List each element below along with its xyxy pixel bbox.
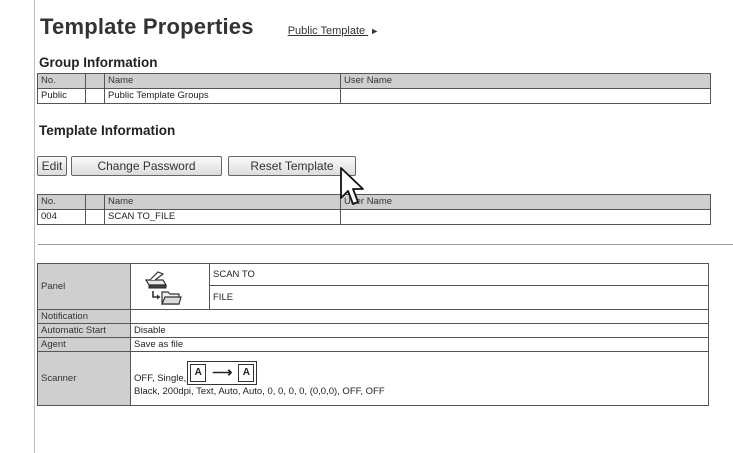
change-password-button[interactable]: Change Password bbox=[71, 156, 222, 176]
col-no-header: No. bbox=[37, 194, 86, 210]
panel-icon-cell bbox=[130, 263, 210, 310]
scanner-settings-prefix: OFF, Single, bbox=[134, 372, 187, 384]
section-divider bbox=[38, 244, 733, 245]
table-header-row: No. Name User Name bbox=[37, 73, 711, 89]
public-template-link[interactable]: Public Template ► bbox=[288, 25, 379, 37]
page-title: Template Properties bbox=[40, 14, 254, 39]
col-user-name-header: User Name bbox=[340, 194, 711, 210]
arrow-right-icon: ⟶ bbox=[212, 364, 233, 380]
col-blank-header bbox=[85, 73, 105, 89]
panel-line2: FILE bbox=[209, 285, 709, 310]
automatic-start-value: Disable bbox=[130, 323, 709, 338]
cell-name: SCAN TO_FILE bbox=[104, 209, 341, 225]
duplex-diagram-icon: A ⟶ A bbox=[187, 360, 258, 385]
cell-user-name bbox=[340, 209, 711, 225]
page-header: Template Properties Public Template ► bbox=[40, 14, 379, 40]
template-information-table: No. Name User Name 004 SCAN TO_FILE bbox=[37, 194, 711, 225]
scan-to-file-icon bbox=[141, 268, 182, 306]
scanner-row: Scanner OFF, Single, A ⟶ A Black, 200dpi, T… bbox=[37, 351, 709, 406]
panel-row-top: Panel SCAN TO bbox=[37, 263, 709, 310]
scanner-value: OFF, Single, A ⟶ A Black, 200dpi, Text, Aut… bbox=[130, 351, 709, 406]
reset-template-button[interactable]: Reset Template bbox=[228, 156, 356, 176]
table-row[interactable]: 004 SCAN TO_FILE bbox=[37, 209, 711, 225]
notification-label: Notification bbox=[37, 309, 131, 324]
panel-label: Panel bbox=[37, 263, 131, 310]
table-header-row: No. Name User Name bbox=[37, 194, 711, 210]
group-information-table: No. Name User Name Public Public Templat… bbox=[37, 73, 711, 104]
output-page-icon: A bbox=[238, 363, 255, 382]
mouse-pointer-icon bbox=[340, 167, 364, 205]
table-row[interactable]: Public Public Template Groups bbox=[37, 88, 711, 104]
col-user-name-header: User Name bbox=[340, 73, 711, 89]
scanner-label: Scanner bbox=[37, 351, 131, 406]
automatic-start-row: Automatic Start Disable bbox=[37, 323, 709, 338]
col-no-header: No. bbox=[37, 73, 86, 89]
agent-value: Save as file bbox=[130, 337, 709, 352]
template-properties-table: Panel SCAN TO FILE Notification Automati… bbox=[37, 263, 709, 406]
original-page-icon: A bbox=[190, 363, 207, 382]
col-blank-header bbox=[85, 194, 105, 210]
group-information-heading: Group Information bbox=[39, 55, 158, 70]
cell-blank bbox=[85, 209, 105, 225]
edit-button[interactable]: Edit bbox=[37, 156, 67, 176]
scan-to-file-icon-graphic bbox=[144, 270, 182, 305]
scanner-line1: OFF, Single, A ⟶ A bbox=[134, 360, 705, 385]
public-template-link-label[interactable]: Public Template bbox=[288, 25, 365, 37]
cell-blank bbox=[85, 88, 105, 104]
automatic-start-label: Automatic Start bbox=[37, 323, 131, 338]
agent-label: Agent bbox=[37, 337, 131, 352]
template-information-heading: Template Information bbox=[39, 123, 176, 138]
cell-name: Public Template Groups bbox=[104, 88, 341, 104]
cell-no: 004 bbox=[37, 209, 86, 225]
left-border-line bbox=[34, 0, 35, 453]
agent-row: Agent Save as file bbox=[37, 337, 709, 352]
triangle-right-icon: ► bbox=[370, 26, 380, 36]
col-name-header: Name bbox=[104, 194, 341, 210]
scanner-line2: Black, 200dpi, Text, Auto, Auto, 0, 0, 0… bbox=[134, 385, 385, 397]
cell-no: Public bbox=[37, 88, 86, 104]
notification-row: Notification bbox=[37, 309, 709, 324]
cell-user-name bbox=[340, 88, 711, 104]
col-name-header: Name bbox=[104, 73, 341, 89]
notification-value bbox=[130, 309, 709, 324]
panel-line1: SCAN TO bbox=[209, 263, 709, 286]
